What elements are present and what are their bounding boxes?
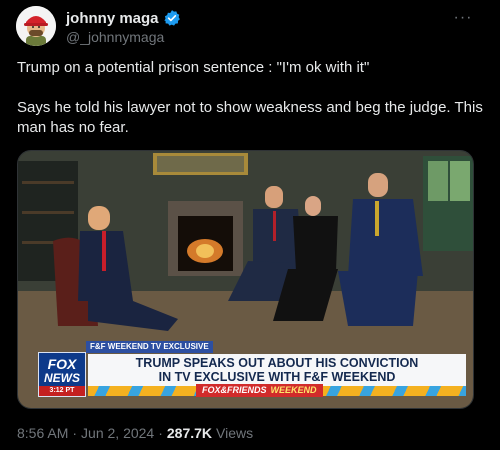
- chyron-headline: TRUMP SPEAKS OUT ABOUT HIS CONVICTION IN…: [88, 354, 466, 386]
- display-name[interactable]: johnny maga: [66, 10, 159, 27]
- meta-separator: ·: [158, 425, 163, 441]
- views-label: Views: [216, 425, 254, 441]
- author-handle[interactable]: @_johnnymaga: [66, 29, 164, 45]
- tweet-text: Trump on a potential prison sentence : "…: [17, 58, 487, 138]
- fox-news-logo: FOX NEWS 3:12 PT: [38, 352, 86, 397]
- avatar[interactable]: [16, 6, 56, 46]
- more-horizontal-icon: ···: [453, 9, 473, 26]
- cartoon-avatar-icon: [16, 6, 56, 46]
- meta-separator: ·: [72, 425, 78, 441]
- tweet-line-1: Trump on a potential prison sentence : "…: [17, 59, 370, 76]
- tweet-date[interactable]: Jun 2, 2024: [81, 425, 154, 441]
- chyron-headline-line-2: IN TV EXCLUSIVE WITH F&F WEEKEND: [158, 370, 396, 384]
- fox-logo-line-2: NEWS: [44, 371, 80, 385]
- tweet-meta: 8:56 AM · Jun 2, 2024 · 287.7K Views: [17, 425, 253, 441]
- broadcast-time: 3:12 PT: [39, 386, 85, 396]
- chyron-brand: FOX&FRIENDS WEEKEND: [196, 384, 323, 397]
- more-options-button[interactable]: ···: [452, 8, 474, 28]
- chyron-brand-name: FOX&FRIENDS: [202, 385, 267, 395]
- author-name-row[interactable]: johnny maga: [66, 9, 181, 27]
- chyron-brand-suffix: WEEKEND: [270, 385, 317, 395]
- video-media[interactable]: F&F WEEKEND TV EXCLUSIVE TRUMP SPEAKS OU…: [17, 150, 474, 409]
- verified-badge-icon[interactable]: [163, 9, 181, 27]
- chyron-headline-line-1: TRUMP SPEAKS OUT ABOUT HIS CONVICTION: [135, 356, 419, 370]
- tweet-line-2: Says he told his lawyer not to show weak…: [17, 99, 483, 136]
- fox-logo-line-1: FOX: [47, 356, 77, 372]
- chyron-tag: F&F WEEKEND TV EXCLUSIVE: [86, 341, 213, 353]
- views-count[interactable]: 287.7K: [167, 425, 212, 441]
- tweet: johnny maga @_johnnymaga ··· Trump on a …: [0, 0, 500, 450]
- tweet-time[interactable]: 8:56 AM: [17, 425, 68, 441]
